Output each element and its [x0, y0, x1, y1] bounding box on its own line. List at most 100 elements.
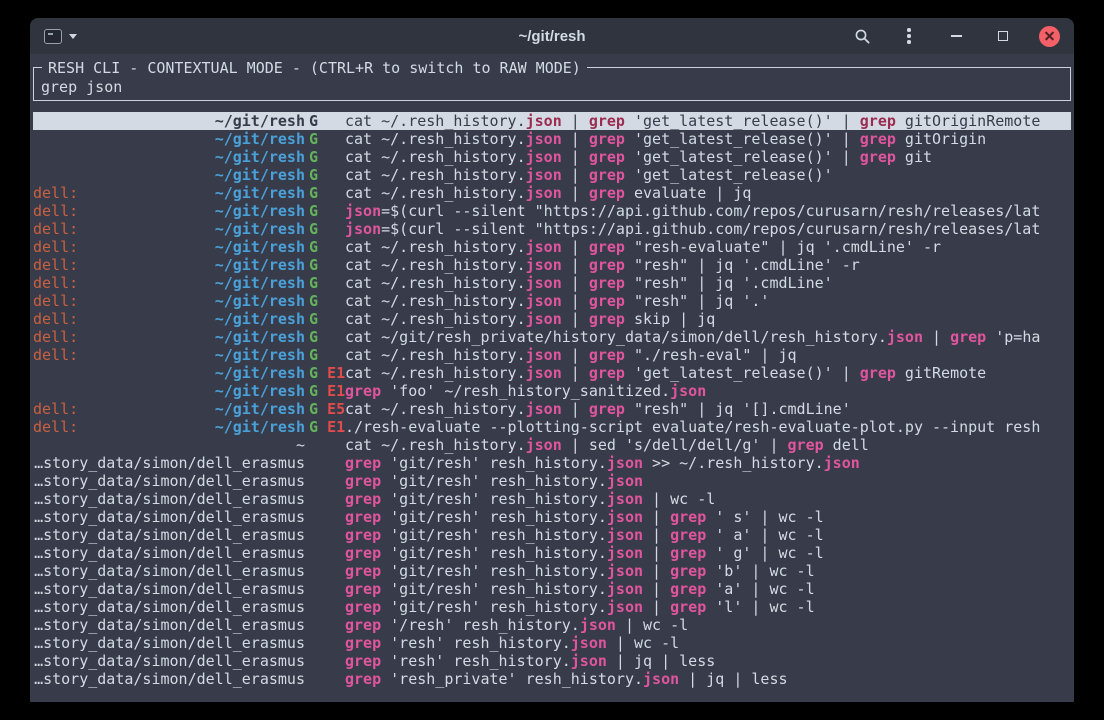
- history-row[interactable]: dell:~/git/reshGcat ~/.resh_history.json…: [33, 310, 1071, 328]
- command-text: 'get_latest_release()' |: [625, 112, 860, 130]
- command-text: |: [562, 274, 589, 292]
- history-row[interactable]: …story_data/simon/dell_erasmusgrep 'git/…: [33, 508, 1071, 526]
- history-row[interactable]: …story_data/simon/dell_erasmus grep 'git/…: [33, 472, 1071, 490]
- row-flags: G: [305, 202, 345, 220]
- history-row[interactable]: …story_data/simon/dell_erasmusgrep 'resh…: [33, 634, 1071, 652]
- row-flags: G: [305, 112, 345, 130]
- restore-button[interactable]: [992, 25, 1014, 47]
- history-row[interactable]: ~/git/reshG E1cat ~/.resh_history.json |…: [33, 364, 1071, 382]
- match-highlight: grep: [589, 256, 625, 274]
- git-flag: G: [309, 184, 318, 202]
- command-text: cat ~/.resh_history.: [345, 292, 526, 310]
- history-row[interactable]: dell:~/git/reshGcat ~/.resh_history.json…: [33, 346, 1071, 364]
- history-row[interactable]: dell:~/git/reshGjson=$(curl --silent "ht…: [33, 220, 1071, 238]
- git-flag: G: [309, 202, 318, 220]
- history-row[interactable]: ~/git/reshGcat ~/.resh_history.json | gr…: [33, 112, 1071, 130]
- history-row[interactable]: ~/git/reshGcat ~/.resh_history.json | gr…: [33, 130, 1071, 148]
- history-row[interactable]: dell:~/git/reshG E5cat ~/.resh_history.j…: [33, 400, 1071, 418]
- match-highlight: json: [607, 508, 643, 526]
- row-command: cat ~/.resh_history.json | grep 'get_lat…: [345, 112, 1071, 130]
- history-row[interactable]: dell:~/git/reshGcat ~/.resh_history.json…: [33, 274, 1071, 292]
- row-directory: …story_data/simon/dell_erasmus: [34, 670, 305, 688]
- resh-header-box: RESH CLI - CONTEXTUAL MODE - (CTRL+R to …: [33, 67, 1071, 101]
- history-row[interactable]: dell:~/git/reshGcat ~/.resh_history.json…: [33, 256, 1071, 274]
- row-location: ~: [33, 436, 305, 454]
- command-text: cat ~/.resh_history.: [345, 364, 526, 382]
- history-row[interactable]: …story_data/simon/dell_erasmusgrep 'git/…: [33, 490, 1071, 508]
- history-row[interactable]: …story_data/simon/dell_erasmusgrep 'git/…: [33, 562, 1071, 580]
- match-highlight: grep: [589, 238, 625, 256]
- match-highlight: json: [607, 598, 643, 616]
- row-directory: …story_data/simon/dell_erasmus: [34, 508, 305, 526]
- history-row[interactable]: ~/git/reshGcat ~/.resh_history.json | gr…: [33, 148, 1071, 166]
- match-highlight: grep: [950, 328, 986, 346]
- command-text: 'get_latest_release()' |: [625, 148, 860, 166]
- row-command: grep 'git/resh' resh_history.json | grep…: [345, 562, 1071, 580]
- history-row[interactable]: ~/git/reshGcat ~/.resh_history.json | gr…: [33, 166, 1071, 184]
- git-flag: G: [309, 418, 318, 436]
- row-host: dell:: [33, 238, 78, 256]
- match-highlight: json: [580, 616, 616, 634]
- history-row[interactable]: …story_data/simon/dell_erasmusgrep 'git/…: [33, 598, 1071, 616]
- row-directory: ~/git/resh: [215, 400, 305, 418]
- history-row[interactable]: …story_data/simon/dell_erasmusgrep 'git/…: [33, 454, 1071, 472]
- history-row[interactable]: …story_data/simon/dell_erasmusgrep 'git/…: [33, 544, 1071, 562]
- match-highlight: json: [643, 670, 679, 688]
- row-flags: [305, 562, 345, 580]
- git-flag: G: [309, 130, 318, 148]
- command-text: ' g' | wc -l: [706, 544, 823, 562]
- git-flag: G: [309, 274, 318, 292]
- match-highlight: grep: [589, 310, 625, 328]
- row-command: cat ~/.resh_history.json | sed 's/dell/d…: [345, 436, 1071, 454]
- history-row[interactable]: …story_data/simon/dell_erasmusgrep 'git/…: [33, 526, 1071, 544]
- new-tab-button[interactable]: [44, 29, 77, 44]
- history-row[interactable]: …story_data/simon/dell_erasmusgrep '/res…: [33, 616, 1071, 634]
- row-directory: ~/git/resh: [215, 220, 305, 238]
- row-command: grep 'git/resh' resh_history.json: [345, 472, 1071, 490]
- command-text: |: [562, 346, 589, 364]
- git-flag: G: [309, 148, 318, 166]
- history-row[interactable]: ~/git/reshG E1grep 'foo' ~/resh_history_…: [33, 382, 1071, 400]
- search-query-input[interactable]: grep json: [41, 78, 1063, 96]
- row-flags: [305, 490, 345, 508]
- command-text: cat ~/.resh_history.: [345, 436, 526, 454]
- git-flag: G: [309, 382, 318, 400]
- search-button[interactable]: [851, 25, 873, 47]
- history-row[interactable]: dell:~/git/reshGcat ~/.resh_history.json…: [33, 292, 1071, 310]
- match-highlight: grep: [589, 166, 625, 184]
- match-highlight: grep: [670, 526, 706, 544]
- row-directory: …story_data/simon/dell_erasmus: [34, 526, 305, 544]
- row-command: cat ~/.resh_history.json | grep "resh-ev…: [345, 238, 1071, 256]
- match-highlight: grep: [670, 562, 706, 580]
- match-highlight: grep: [345, 382, 381, 400]
- history-row[interactable]: dell:~/git/reshGjson=$(curl --silent "ht…: [33, 202, 1071, 220]
- menu-button[interactable]: [898, 25, 920, 47]
- command-text: 'p=ha: [986, 328, 1040, 346]
- minimize-button[interactable]: [945, 25, 967, 47]
- command-text: git: [896, 148, 932, 166]
- exit-status-flag: E5: [327, 400, 345, 418]
- kebab-menu-icon: [907, 28, 911, 44]
- history-row[interactable]: …story_data/simon/dell_erasmusgrep 'resh…: [33, 652, 1071, 670]
- history-row[interactable]: ~ cat ~/.resh_history.json | sed 's/dell/…: [33, 436, 1071, 454]
- command-text: |: [562, 166, 589, 184]
- git-flag: G: [309, 112, 318, 130]
- history-row[interactable]: …story_data/simon/dell_erasmusgrep 'git/…: [33, 580, 1071, 598]
- history-row[interactable]: …story_data/simon/dell_erasmusgrep 'resh…: [33, 670, 1071, 688]
- close-button[interactable]: [1039, 26, 1060, 47]
- command-text: |: [562, 310, 589, 328]
- command-text: | wc -l: [643, 490, 715, 508]
- history-row[interactable]: dell:~/git/reshGcat ~/git/resh_private/h…: [33, 328, 1071, 346]
- row-directory: ~/git/resh: [215, 382, 305, 400]
- history-row[interactable]: dell:~/git/reshGcat ~/.resh_history.json…: [33, 238, 1071, 256]
- row-command: grep 'foo' ~/resh_history_sanitized.json: [345, 382, 1071, 400]
- row-flags: G: [305, 274, 345, 292]
- match-highlight: grep: [670, 544, 706, 562]
- history-row[interactable]: dell:~/git/reshG E1./resh-evaluate --plo…: [33, 418, 1071, 436]
- command-text: 'a' | wc -l: [706, 580, 814, 598]
- history-row[interactable]: dell:~/git/reshGcat ~/.resh_history.json…: [33, 184, 1071, 202]
- match-highlight: grep: [589, 400, 625, 418]
- row-flags: G E1: [305, 382, 345, 400]
- terminal-screen[interactable]: RESH CLI - CONTEXTUAL MODE - (CTRL+R to …: [30, 54, 1074, 702]
- row-directory: …story_data/simon/dell_erasmus: [34, 472, 305, 490]
